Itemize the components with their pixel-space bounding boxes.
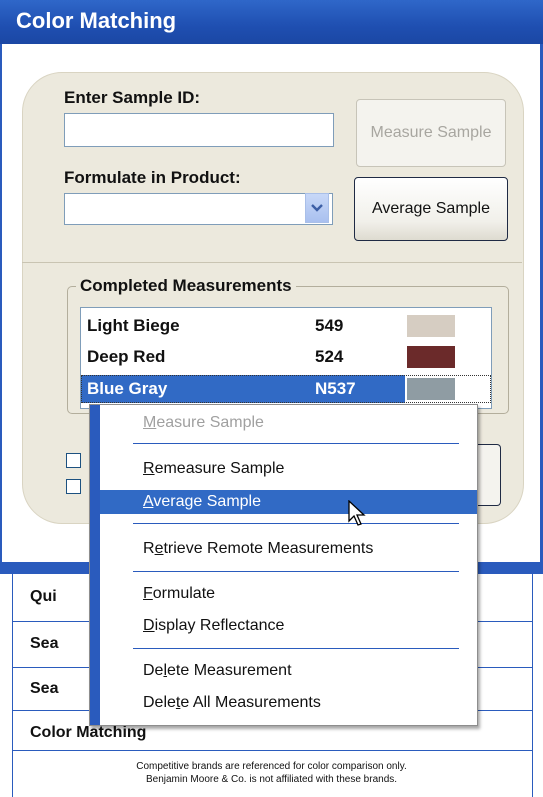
sample-id-input[interactable] [64, 113, 334, 147]
list-item[interactable]: Light Biege 549 [81, 312, 491, 340]
measurement-name: Light Biege [87, 316, 180, 335]
menu-item-delete-all[interactable]: Delete All Measurements [100, 691, 477, 715]
nav-item-search-1[interactable]: Sea [30, 635, 58, 653]
menu-item-display-reflectance[interactable]: Display Reflectance [100, 614, 477, 638]
color-swatch [407, 315, 455, 337]
sample-id-label: Enter Sample ID: [64, 88, 201, 107]
menu-item-label: Delete All Measurements [143, 694, 321, 711]
option-checkbox-1[interactable] [66, 453, 81, 468]
window-frame-left [0, 44, 2, 574]
formulate-product-select[interactable] [64, 193, 333, 225]
nav-divider [12, 750, 532, 751]
color-swatch [407, 346, 455, 368]
completed-measurements-title: Completed Measurements [76, 276, 296, 296]
menu-item-average-sample[interactable]: Average Sample [100, 490, 477, 514]
footer-line-2: Benjamin Moore & Co. is not affiliated w… [145, 774, 398, 785]
menu-separator [133, 571, 459, 572]
menu-item-label: Display Reflectance [143, 617, 285, 634]
menu-item-label: Average Sample [143, 493, 262, 510]
menu-mnemonic: F [143, 585, 153, 602]
measurement-name: Blue Gray [87, 379, 168, 398]
context-menu: Measure Sample Remeasure Sample Average … [89, 404, 478, 726]
average-sample-button[interactable]: Average Sample [354, 177, 508, 241]
menu-item-formulate[interactable]: Formulate [100, 582, 477, 606]
measurement-code: N537 [315, 379, 356, 398]
menu-item-remeasure-sample[interactable]: Remeasure Sample [100, 457, 477, 481]
menu-item-label: Measure Sample [143, 414, 264, 431]
hidden-action-button[interactable] [478, 444, 501, 506]
footer-line-1: Competitive brands are referenced for co… [136, 761, 407, 772]
menu-item-label: Delete Measurement [143, 662, 292, 679]
menu-item-label: Retrieve Remote Measurements [143, 540, 374, 557]
menu-separator [133, 648, 459, 649]
menu-mnemonic: M [143, 414, 157, 431]
measurement-code: 549 [315, 316, 344, 335]
list-item[interactable]: Deep Red 524 [81, 343, 491, 371]
color-swatch [407, 378, 455, 400]
nav-item-search-2[interactable]: Sea [30, 680, 58, 698]
menu-separator [133, 523, 459, 524]
nav-item-quick[interactable]: Qui [30, 588, 57, 606]
menu-mnemonic: D [143, 617, 155, 634]
menu-mnemonic: e [154, 540, 164, 557]
menu-item-label: Remeasure Sample [143, 460, 285, 477]
footer-disclaimer: Competitive brands are referenced for co… [0, 760, 543, 786]
chevron-down-icon[interactable] [305, 193, 329, 223]
menu-item-label: Formulate [143, 585, 216, 602]
window-title-bar: Color Matching [0, 0, 543, 44]
mouse-cursor-icon [348, 500, 366, 526]
completed-measurements-list[interactable]: Light Biege 549 Deep Red 524 Blue Gray N… [80, 307, 492, 409]
list-item-selected[interactable]: Blue Gray N537 [81, 375, 491, 403]
menu-accent-strip [90, 405, 100, 725]
menu-item-delete-measurement[interactable]: Delete Measurement [100, 659, 477, 683]
menu-mnemonic: t [175, 694, 181, 711]
menu-mnemonic: A [143, 493, 154, 510]
menu-separator [133, 443, 459, 444]
formulate-product-label: Formulate in Product: [64, 168, 241, 187]
measure-sample-button[interactable]: Measure Sample [356, 99, 506, 167]
measurement-code: 524 [315, 347, 344, 366]
window-title: Color Matching [16, 8, 177, 33]
option-checkbox-2[interactable] [66, 479, 81, 494]
menu-mnemonic: l [163, 662, 168, 679]
nav-item-color-matching[interactable]: Color Matching [30, 724, 146, 742]
panel-separator [22, 262, 522, 263]
menu-item-retrieve-remote[interactable]: Retrieve Remote Measurements [100, 537, 477, 561]
menu-mnemonic: R [143, 460, 155, 477]
menu-item-measure-sample[interactable]: Measure Sample [100, 411, 477, 435]
measurement-name: Deep Red [87, 347, 166, 366]
